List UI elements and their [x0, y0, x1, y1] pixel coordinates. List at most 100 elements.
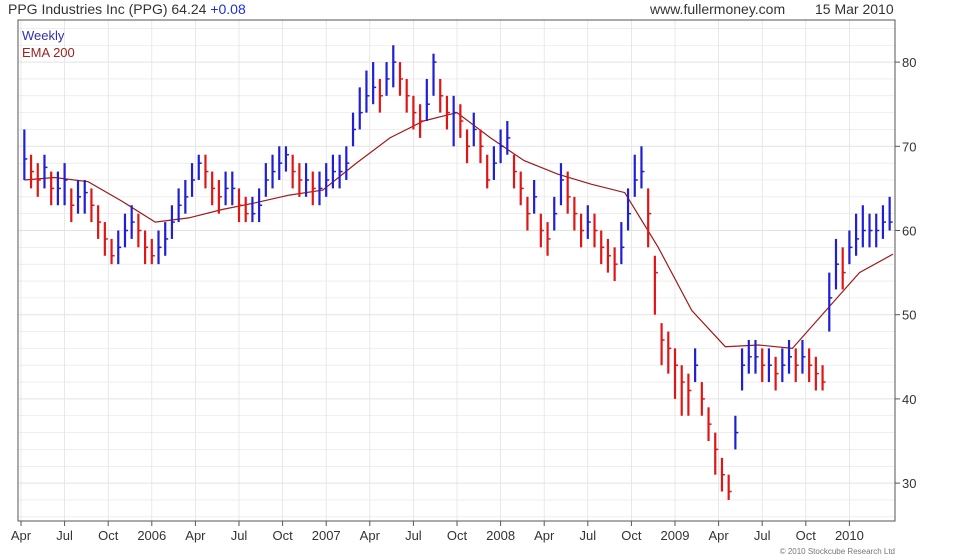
price-bar — [486, 154, 491, 189]
price-bar — [626, 188, 632, 231]
price-bar — [761, 348, 766, 383]
price-bar — [868, 213, 873, 248]
price-bar — [720, 457, 725, 492]
price-bar — [351, 112, 357, 147]
x-tick-label: Oct — [447, 528, 468, 543]
x-tick-label: Oct — [621, 528, 642, 543]
x-tick-label: Oct — [796, 528, 817, 543]
price-bar — [774, 356, 779, 391]
price-bar — [392, 45, 397, 88]
price-bar — [459, 104, 464, 138]
price-bar — [499, 129, 504, 164]
price-bar — [170, 205, 175, 239]
price-bar — [432, 53, 437, 96]
price-bar — [211, 171, 216, 206]
x-tick-label: Jul — [579, 528, 596, 543]
price-bar — [405, 78, 410, 113]
price-bar — [855, 213, 860, 256]
price-bar — [439, 78, 444, 113]
price-bar — [680, 365, 685, 416]
x-tick-label: 2008 — [486, 528, 515, 543]
price-bar — [660, 323, 665, 366]
price-bar — [667, 331, 672, 374]
price-bar — [465, 129, 471, 164]
price-bar — [579, 213, 585, 248]
price-bar — [808, 348, 813, 383]
price-bar — [117, 230, 122, 265]
price-bar — [673, 348, 678, 399]
price-bar — [150, 238, 155, 265]
price-bar — [70, 188, 75, 223]
price-bar — [519, 171, 524, 206]
price-bar — [600, 230, 605, 265]
price-bar — [767, 348, 772, 383]
x-tick-label: Apr — [708, 528, 729, 543]
price-bar — [479, 129, 484, 164]
price-bar — [278, 146, 283, 180]
x-tick-label: Oct — [98, 528, 119, 543]
price-bar — [23, 129, 28, 180]
price-bar — [130, 205, 135, 239]
price-bar — [345, 146, 350, 180]
price-bar — [875, 213, 880, 248]
x-tick-label: 2006 — [137, 528, 166, 543]
price-bar — [271, 154, 276, 189]
price-bar — [197, 154, 202, 180]
price-bar — [740, 348, 746, 391]
price-bar — [36, 163, 41, 197]
price-bar — [794, 348, 799, 383]
price-bar — [217, 179, 222, 214]
price-bar — [640, 146, 645, 189]
price-bar — [425, 78, 430, 122]
price-bar — [734, 415, 739, 450]
price-bar — [647, 188, 652, 248]
price-bar — [97, 205, 102, 239]
x-tick-label: Apr — [185, 528, 206, 543]
price-bar — [573, 196, 578, 231]
price-bar — [687, 373, 692, 416]
x-tick-label: Apr — [11, 528, 32, 543]
price-bar — [298, 163, 303, 197]
legend-ema: EMA 200 — [22, 45, 75, 60]
x-tick-label: Jul — [405, 528, 422, 543]
x-tick-label: 2009 — [661, 528, 690, 543]
price-bar — [264, 163, 269, 197]
price-bar — [43, 154, 48, 189]
price-bar — [311, 171, 316, 206]
price-bar — [291, 154, 296, 189]
price-bar — [378, 78, 383, 113]
price-bar — [512, 154, 518, 189]
price-bar — [848, 230, 853, 265]
x-tick-label: Apr — [360, 528, 381, 543]
x-tick-label: 2007 — [312, 528, 341, 543]
price-bar — [318, 171, 323, 206]
price-bar — [137, 213, 142, 248]
price-bar — [204, 154, 209, 189]
price-bar — [358, 87, 363, 130]
price-bar — [398, 62, 403, 96]
price-bar — [372, 62, 377, 105]
price-bar — [164, 222, 169, 256]
price-bar — [821, 365, 826, 391]
price-bar — [586, 205, 591, 239]
x-tick-label: Jul — [56, 528, 73, 543]
price-bar — [110, 238, 115, 265]
price-bar — [526, 196, 531, 231]
price-bar — [546, 222, 551, 256]
price-bar — [707, 407, 712, 442]
price-bar — [50, 171, 55, 206]
price-bar — [251, 196, 256, 223]
price-bar — [365, 70, 370, 113]
price-bar — [828, 272, 833, 332]
price-bar — [419, 104, 424, 138]
price-bar — [787, 339, 793, 374]
price-bar — [56, 171, 61, 206]
price-bar — [861, 205, 866, 248]
price-bar — [606, 238, 611, 273]
price-bar — [123, 213, 128, 248]
price-bar — [331, 154, 336, 189]
price-bar — [814, 356, 819, 391]
price-bar — [76, 179, 82, 214]
legend-weekly: Weekly — [22, 28, 65, 43]
price-bar — [190, 163, 196, 197]
